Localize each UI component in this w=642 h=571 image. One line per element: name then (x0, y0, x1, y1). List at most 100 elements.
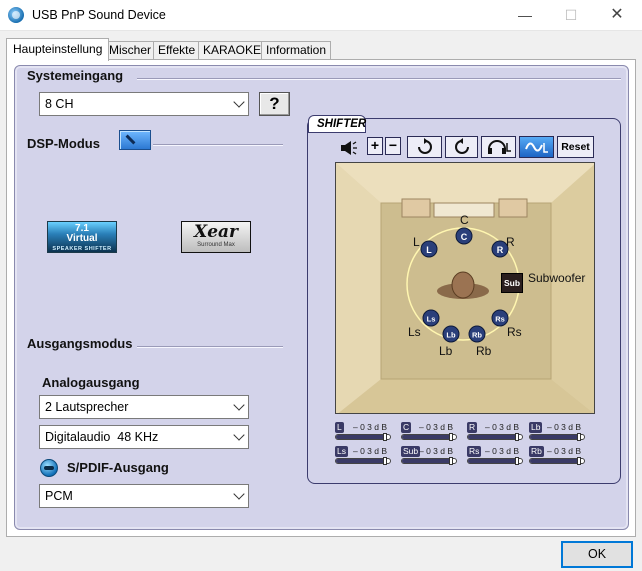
meter-slider-knob[interactable] (383, 433, 387, 441)
meter-channel-tag: Lb (529, 422, 543, 433)
sound-device-icon (8, 7, 24, 23)
tab-karaoke[interactable]: KARAOKE (198, 41, 267, 60)
virtual-7-1-logo-button[interactable]: 7.1 Virtual SPEAKER SHIFTER (47, 221, 117, 253)
meter-channel-tag: L (335, 422, 344, 433)
section-divider (137, 78, 621, 80)
dsp-mode-toggle[interactable] (119, 130, 151, 150)
level-meter-ls[interactable]: Ls – 0 3 d B (335, 446, 395, 468)
svg-text:Rs: Rs (495, 315, 505, 324)
tab-mischer[interactable]: Mischer (104, 41, 157, 60)
zoom-in-button[interactable]: + (367, 137, 383, 155)
speaker-rb-icon[interactable]: Rb (468, 325, 486, 346)
svg-text:Lb: Lb (446, 331, 456, 340)
channel-label-r: R (506, 235, 515, 249)
spdif-format-value: PCM (45, 489, 73, 503)
chevron-down-icon (233, 429, 245, 441)
wave-icon (524, 142, 548, 153)
speaker-mute-icon[interactable] (339, 138, 359, 158)
shifter-panel: SHIFTER + − Reset C L R Sub Ls Rs Lb Rb … (307, 115, 621, 484)
svg-text:Ls: Ls (427, 315, 436, 324)
meter-fill (336, 459, 385, 463)
speaker-config-value: 2 Lautsprecher (45, 400, 129, 414)
svg-text:C: C (461, 232, 468, 242)
channel-label-rb: Rb (476, 344, 492, 358)
meter-slider-knob[interactable] (515, 433, 519, 441)
digital-audio-value: Digitalaudio 48 KHz (45, 430, 159, 444)
maximize-button[interactable]: ☐ (548, 0, 594, 31)
speaker-l-icon[interactable]: L (420, 240, 438, 261)
meter-db-value: – 0 3 d B (547, 422, 582, 432)
level-meter-lb[interactable]: Lb – 0 3 d B (529, 422, 589, 444)
svg-text:L: L (426, 245, 432, 255)
section-divider (153, 144, 283, 146)
meter-db-value: – 0 3 d B (547, 446, 582, 456)
meter-fill (530, 435, 579, 439)
channel-level-meters: L – 0 3 d B C – 0 3 d B R – 0 3 d B Lb – 0 3 d … (335, 422, 595, 468)
meter-db-value: – 0 3 d B (353, 446, 388, 456)
xear-surround-max-logo-button[interactable]: Xear Surround Max (181, 221, 251, 253)
speaker-room-view: C L R Sub Ls Rs Lb Rb C L R Subwoofer Ls… (335, 162, 595, 414)
meter-slider-knob[interactable] (383, 457, 387, 465)
minimize-button[interactable]: — (502, 0, 548, 31)
title-bar: USB PnP Sound Device — ☐ ✕ (0, 0, 642, 31)
rotate-clockwise-button[interactable] (407, 136, 442, 158)
tab-haupteinstellung[interactable]: Haupteinstellung (6, 38, 110, 61)
subwoofer-icon[interactable]: Sub (501, 273, 523, 293)
meter-slider-knob[interactable] (449, 457, 453, 465)
help-button[interactable]: ? (259, 92, 290, 116)
level-meter-l[interactable]: L – 0 3 d B (335, 422, 395, 444)
reset-button[interactable]: Reset (557, 136, 594, 158)
meter-fill (468, 459, 517, 463)
channel-label-lb: Lb (439, 344, 453, 358)
channel-label-subwoofer: Subwoofer (528, 271, 586, 285)
meter-slider-knob[interactable] (449, 433, 453, 441)
svg-text:R: R (497, 245, 504, 255)
meter-slider-knob[interactable] (515, 457, 519, 465)
window-title: USB PnP Sound Device (32, 8, 166, 22)
rotate-ccw-icon (454, 138, 469, 154)
ok-button[interactable]: OK (561, 541, 633, 568)
spdif-icon (40, 459, 58, 477)
spdif-format-select[interactable]: PCM (39, 484, 249, 508)
speaker-lb-icon[interactable]: Lb (442, 325, 460, 346)
shifter-tab: SHIFTER (308, 115, 366, 133)
tab-information[interactable]: Information (261, 41, 332, 60)
speaker-config-select[interactable]: 2 Lautsprecher (39, 395, 249, 419)
system-input-value: 8 CH (45, 97, 74, 111)
rotate-counterclockwise-button[interactable] (445, 136, 478, 158)
spdif-output-label: S/PDIF-Ausgang (67, 460, 169, 475)
meter-fill (402, 435, 451, 439)
logo-text: Virtual (66, 233, 98, 244)
wave-mode-button[interactable] (519, 136, 554, 158)
level-meter-rb[interactable]: Rb – 0 3 d B (529, 446, 589, 468)
level-meter-c[interactable]: C – 0 3 d B (401, 422, 461, 444)
close-button[interactable]: ✕ (594, 0, 640, 31)
tab-effekte[interactable]: Effekte (153, 41, 201, 60)
room-walls (336, 163, 594, 413)
meter-channel-tag: Rb (529, 446, 544, 457)
channel-label-l: L (413, 235, 420, 249)
meter-channel-tag: Sub (401, 446, 421, 457)
meter-db-value: – 0 3 d B (485, 446, 520, 456)
logo-text: SPEAKER SHIFTER (52, 246, 112, 252)
zoom-out-button[interactable]: − (385, 137, 401, 155)
level-meter-rs[interactable]: Rs – 0 3 d B (467, 446, 527, 468)
speaker-c-icon[interactable]: C (455, 227, 473, 248)
system-input-select[interactable]: 8 CH (39, 92, 249, 116)
headphone-icon (487, 140, 511, 154)
logo-text: Surround Max (197, 242, 235, 248)
level-meter-r[interactable]: R – 0 3 d B (467, 422, 527, 444)
dsp-mode-label: DSP-Modus (27, 136, 100, 151)
meter-fill (402, 459, 451, 463)
svg-text:Rb: Rb (472, 331, 482, 340)
chevron-down-icon (233, 96, 245, 108)
meter-slider-knob[interactable] (577, 457, 581, 465)
meter-channel-tag: Rs (467, 446, 482, 457)
meter-db-value: – 0 3 d B (485, 422, 520, 432)
headphone-button[interactable] (481, 136, 516, 158)
meter-slider-knob[interactable] (577, 433, 581, 441)
speaker-ls-icon[interactable]: Ls (422, 309, 440, 330)
level-meter-sub[interactable]: Sub – 0 3 d B (401, 446, 461, 468)
meter-channel-tag: Ls (335, 446, 348, 457)
digital-audio-select[interactable]: Digitalaudio 48 KHz (39, 425, 249, 449)
